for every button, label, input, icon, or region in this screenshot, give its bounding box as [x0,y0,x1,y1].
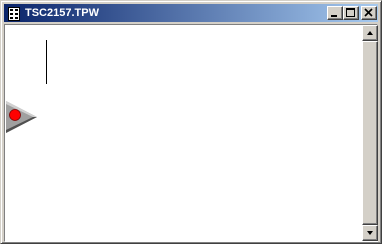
app-window: TSC2157.TPW [0,0,382,244]
scroll-down-button[interactable] [362,225,378,241]
close-icon [364,8,373,17]
editor-canvas[interactable] [5,25,362,241]
text-caret [46,40,47,84]
minimize-button[interactable] [327,6,343,20]
vertical-scrollbar[interactable] [362,25,378,241]
maximize-icon [346,8,355,17]
close-button[interactable] [361,6,377,20]
window-title: TSC2157.TPW [25,7,99,19]
maximize-button[interactable] [343,6,359,20]
document-area [4,24,378,242]
play-marker-icon[interactable] [5,100,39,134]
scroll-up-button[interactable] [362,25,378,41]
minimize-icon [331,15,337,17]
document-icon[interactable] [8,6,20,21]
arrow-down-icon [367,231,373,235]
arrow-up-icon [367,31,373,35]
title-bar[interactable]: TSC2157.TPW [4,4,378,22]
scroll-thumb[interactable] [362,41,378,225]
